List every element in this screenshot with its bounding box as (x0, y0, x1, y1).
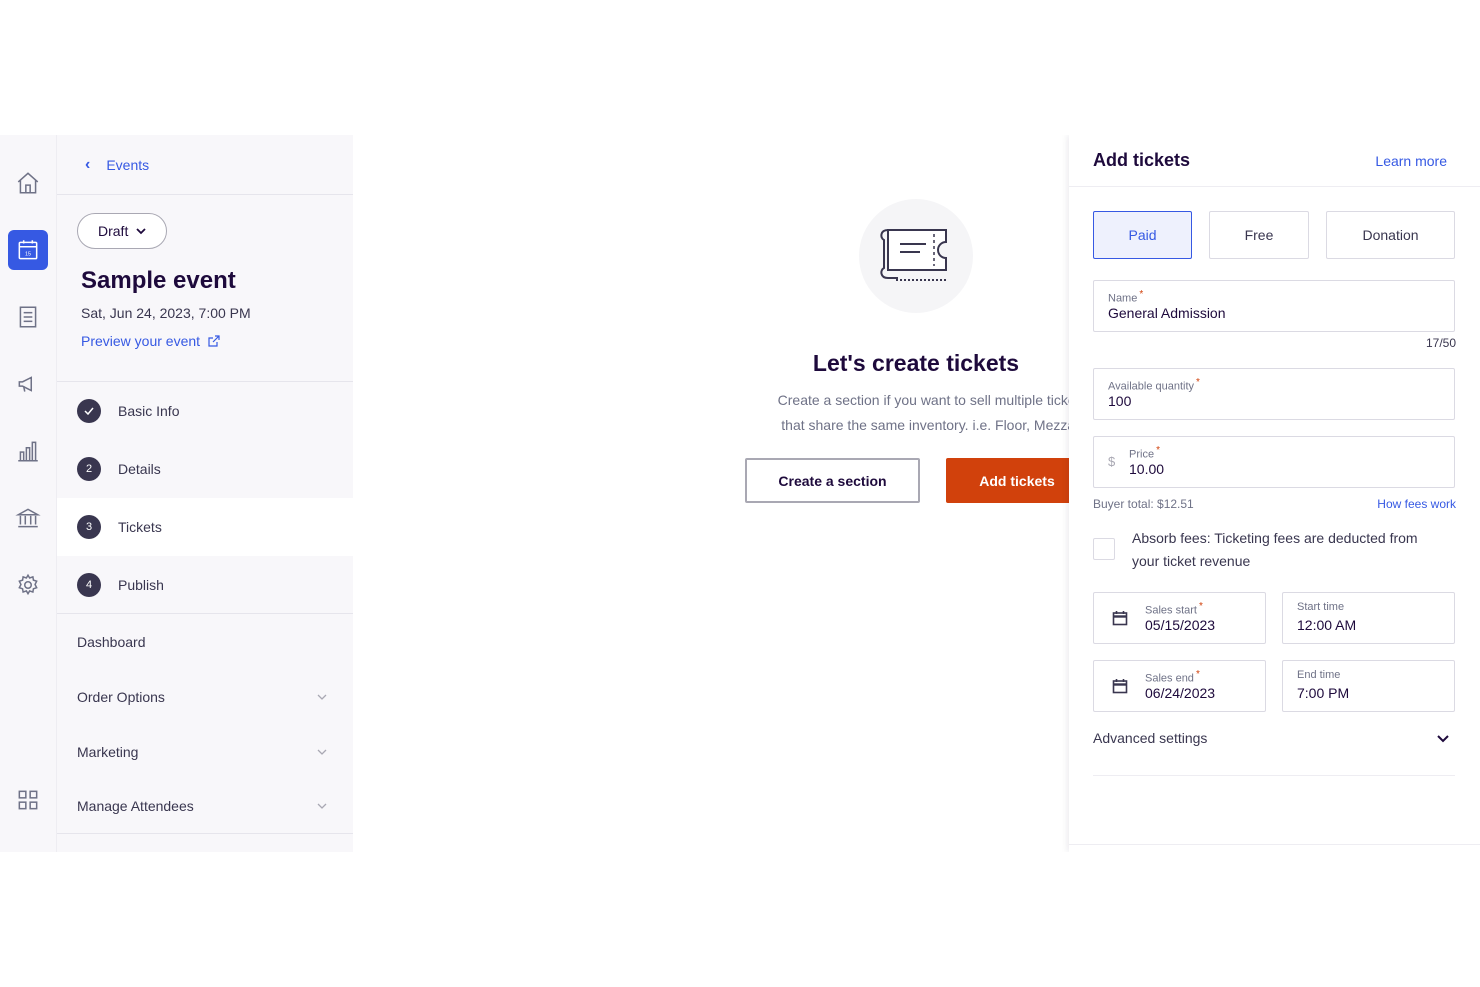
donation-type-button[interactable]: Donation (1326, 211, 1455, 259)
sales-end-field[interactable]: Sales end * 06/24/2023 (1093, 660, 1266, 712)
nav-marketing[interactable]: Marketing (57, 724, 353, 779)
description-line: that share the same inventory. i.e. Floo… (781, 417, 1069, 433)
step-label: Tickets (118, 519, 162, 535)
add-tickets-button[interactable]: Add tickets (946, 458, 1069, 503)
nav-manage-attendees[interactable]: Manage Attendees (57, 779, 353, 834)
status-dropdown[interactable]: Draft (77, 213, 168, 249)
step-label: Details (118, 461, 161, 477)
name-char-counter: 17/50 (1425, 336, 1456, 350)
quantity-field[interactable]: Available quantity * 100 (1093, 368, 1455, 420)
chevron-down-icon (1437, 735, 1449, 743)
currency-symbol: $ (1108, 454, 1116, 469)
icon-rail: 15 (0, 135, 57, 852)
step-number: 2 (77, 457, 101, 481)
ticket-illustration-icon (859, 199, 973, 313)
advanced-settings-label: Advanced settings (1093, 730, 1208, 746)
sales-start-field[interactable]: Sales start * 05/15/2023 (1093, 592, 1266, 644)
step-label: Publish (118, 576, 164, 593)
field-value: 05/15/2023 (1145, 617, 1216, 633)
page-title: Let's create tickets (812, 350, 1020, 376)
field-value: General Admission (1108, 305, 1226, 321)
orders-icon[interactable] (8, 297, 48, 337)
chevron-down-icon (317, 803, 327, 809)
add-tickets-panel: Add tickets Learn more Paid Free Donatio… (1069, 135, 1480, 852)
learn-more-link[interactable]: Learn more (1375, 153, 1447, 169)
nav-label: Order Options (77, 688, 165, 705)
event-title: Sample event (81, 267, 236, 294)
nav-order-options[interactable]: Order Options (57, 669, 353, 724)
field-label: Sales end * (1145, 669, 1200, 685)
apps-grid-icon[interactable] (8, 780, 48, 820)
status-label: Draft (98, 223, 129, 239)
bank-icon[interactable] (8, 498, 48, 538)
back-label: Events (106, 156, 150, 173)
start-time-field[interactable]: Start time 12:00 AM (1282, 592, 1455, 644)
chevron-down-icon (136, 227, 146, 234)
create-section-button[interactable]: Create a section (745, 458, 920, 503)
field-value: 10.00 (1129, 461, 1165, 477)
panel-title: Add tickets (1093, 150, 1191, 170)
how-fees-link[interactable]: How fees work (1377, 497, 1456, 511)
field-label: Start time (1297, 601, 1345, 613)
field-label: Sales start * (1145, 601, 1203, 617)
step-number: 3 (77, 515, 101, 539)
price-field[interactable]: $ Price * 10.00 (1093, 436, 1455, 488)
nav-label: Marketing (77, 743, 139, 760)
ticket-type-toggle: Paid Free Donation (1093, 211, 1455, 259)
main-content: Let's create tickets Create a section if… (353, 135, 1069, 852)
chevron-down-icon (317, 694, 327, 700)
preview-label: Preview your event (81, 333, 201, 349)
megaphone-icon[interactable] (8, 364, 48, 404)
step-label: Basic Info (118, 403, 180, 419)
field-value: 06/24/2023 (1145, 685, 1216, 701)
buyer-total: Buyer total: $12.51 (1093, 497, 1194, 511)
free-type-button[interactable]: Free (1209, 211, 1309, 259)
field-value: 12:00 AM (1297, 617, 1357, 633)
step-publish[interactable]: 4 Publish (57, 556, 353, 614)
home-icon[interactable] (8, 163, 48, 203)
step-tickets[interactable]: 3 Tickets (57, 498, 353, 556)
panel-header: Add tickets Learn more (1069, 135, 1480, 187)
absorb-fees-checkbox[interactable] (1093, 538, 1115, 560)
chevron-down-icon (317, 749, 327, 755)
field-label: Price * (1129, 445, 1160, 461)
event-date: Sat, Jun 24, 2023, 7:00 PM (81, 305, 251, 321)
chart-icon[interactable] (8, 431, 48, 471)
step-basic-info[interactable]: Basic Info (57, 382, 353, 440)
steps-list: Basic Info 2 Details 3 Tickets 4 Publish (57, 382, 353, 614)
step-details[interactable]: 2 Details (57, 440, 353, 498)
end-time-field[interactable]: End time 7:00 PM (1282, 660, 1455, 712)
checkmark-icon (77, 399, 101, 423)
calendar-icon[interactable]: 15 (8, 230, 48, 270)
calendar-icon (1112, 611, 1128, 626)
app-frame: 15 ‹ Events Draft Sample event Sat, Jun … (0, 135, 1480, 852)
calendar-icon (1112, 679, 1128, 694)
field-label: Available quantity * (1108, 377, 1200, 393)
panel-footer-divider (1069, 844, 1480, 845)
advanced-settings-toggle[interactable]: Advanced settings (1093, 730, 1455, 776)
field-label: Name * (1108, 289, 1144, 305)
absorb-fees-label: Absorb fees: Ticketing fees are deducted… (1132, 530, 1418, 569)
paid-type-button[interactable]: Paid (1093, 211, 1192, 259)
svg-text:15: 15 (25, 251, 31, 257)
event-summary: Draft Sample event Sat, Jun 24, 2023, 7:… (57, 195, 353, 382)
preview-event-link[interactable]: Preview your event (81, 333, 333, 349)
ticket-name-field[interactable]: Name * General Admission (1093, 280, 1455, 332)
chevron-left-icon: ‹ (85, 155, 91, 173)
field-label: End time (1297, 669, 1341, 681)
page-description: Create a section if you want to sell mul… (736, 388, 1069, 438)
gear-icon[interactable] (8, 565, 48, 605)
field-value: 7:00 PM (1297, 685, 1350, 701)
nav-label: Dashboard (77, 633, 146, 650)
event-sidebar: ‹ Events Draft Sample event Sat, Jun 24,… (57, 135, 353, 852)
nav-label: Manage Attendees (77, 798, 194, 814)
external-link-icon (208, 335, 220, 347)
back-to-events-link[interactable]: ‹ Events (57, 135, 353, 195)
nav-dashboard[interactable]: Dashboard (57, 614, 353, 669)
step-number: 4 (77, 572, 101, 597)
field-value: 100 (1108, 393, 1132, 409)
description-line: Create a section if you want to sell mul… (777, 392, 1069, 408)
